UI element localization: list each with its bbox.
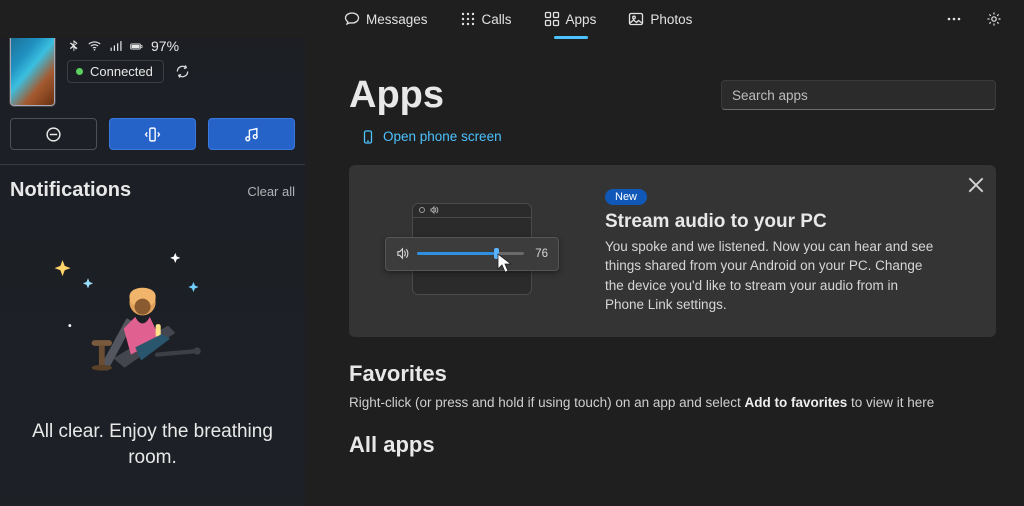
close-icon xyxy=(966,175,986,195)
volume-overlay: 76 xyxy=(385,237,559,271)
more-button[interactable] xyxy=(936,4,972,34)
close-feature-button[interactable] xyxy=(966,175,986,195)
more-icon xyxy=(946,11,962,27)
tab-messages[interactable]: Messages xyxy=(330,5,442,33)
speaker-mini-icon xyxy=(429,205,439,215)
all-apps-heading: All apps xyxy=(349,432,996,458)
messages-icon xyxy=(344,11,360,27)
clear-all-button[interactable]: Clear all xyxy=(247,184,295,199)
camera-dot-icon xyxy=(419,207,425,213)
tab-apps[interactable]: Apps xyxy=(530,5,611,33)
refresh-icon xyxy=(175,64,190,79)
dnd-button[interactable] xyxy=(10,118,97,150)
relax-illustration xyxy=(48,231,258,401)
connection-status[interactable]: Connected xyxy=(67,60,164,83)
dialpad-icon xyxy=(460,11,476,27)
gear-icon xyxy=(986,11,1002,27)
music-button[interactable] xyxy=(208,118,295,150)
volume-value: 76 xyxy=(532,248,548,260)
feature-body: You spoke and we listened. Now you can h… xyxy=(605,237,935,314)
dnd-icon xyxy=(45,126,62,143)
mirror-button[interactable] xyxy=(109,118,196,150)
new-badge: New xyxy=(605,189,647,205)
tab-label: Photos xyxy=(650,12,692,27)
volume-icon xyxy=(396,247,409,260)
phone-screen-icon xyxy=(361,130,375,144)
tab-photos[interactable]: Photos xyxy=(614,5,706,33)
apps-icon xyxy=(544,11,560,27)
open-phone-screen-link[interactable]: Open phone screen xyxy=(349,129,502,144)
cursor-icon xyxy=(497,253,513,278)
favorites-heading: Favorites xyxy=(349,361,996,387)
notifications-empty-state: All clear. Enjoy the breathing room. xyxy=(8,202,297,490)
device-status-icons: 97% xyxy=(67,38,194,54)
device-panel: ALumia_Italia 97% Connected xyxy=(8,38,297,116)
favorites-subtext: Right-click (or press and hold if using … xyxy=(349,395,996,410)
device-thumbnail[interactable] xyxy=(10,38,55,106)
feature-title: Stream audio to your PC xyxy=(605,211,978,233)
tab-label: Messages xyxy=(366,12,428,27)
mirror-icon xyxy=(144,126,161,143)
photos-icon xyxy=(628,11,644,27)
tab-label: Calls xyxy=(482,12,512,27)
feature-media: 76 xyxy=(367,181,577,321)
page-title: Apps xyxy=(349,74,502,117)
main-content: Apps Open phone screen xyxy=(305,38,1024,506)
notifications-empty-text: All clear. Enjoy the breathing room. xyxy=(18,419,287,470)
search-input[interactable] xyxy=(721,80,996,110)
tab-label: Apps xyxy=(566,12,597,27)
notifications-heading: Notifications xyxy=(10,179,131,202)
music-icon xyxy=(243,126,260,143)
top-nav: Messages Calls Apps Photos xyxy=(0,0,1024,38)
battery-icon xyxy=(130,40,143,53)
refresh-button[interactable] xyxy=(172,61,194,83)
connection-label: Connected xyxy=(90,64,153,79)
divider xyxy=(0,164,305,165)
signal-icon xyxy=(109,40,122,53)
open-phone-label: Open phone screen xyxy=(383,129,502,144)
settings-button[interactable] xyxy=(976,4,1012,34)
feature-card: 76 New Stream audio to your PC You spoke… xyxy=(349,165,996,337)
bluetooth-icon xyxy=(67,40,80,53)
tab-calls[interactable]: Calls xyxy=(446,5,526,33)
battery-pct: 97% xyxy=(151,38,179,54)
status-dot-icon xyxy=(76,68,83,75)
sidebar: ALumia_Italia 97% Connected xyxy=(0,38,305,506)
wifi-icon xyxy=(88,40,101,53)
